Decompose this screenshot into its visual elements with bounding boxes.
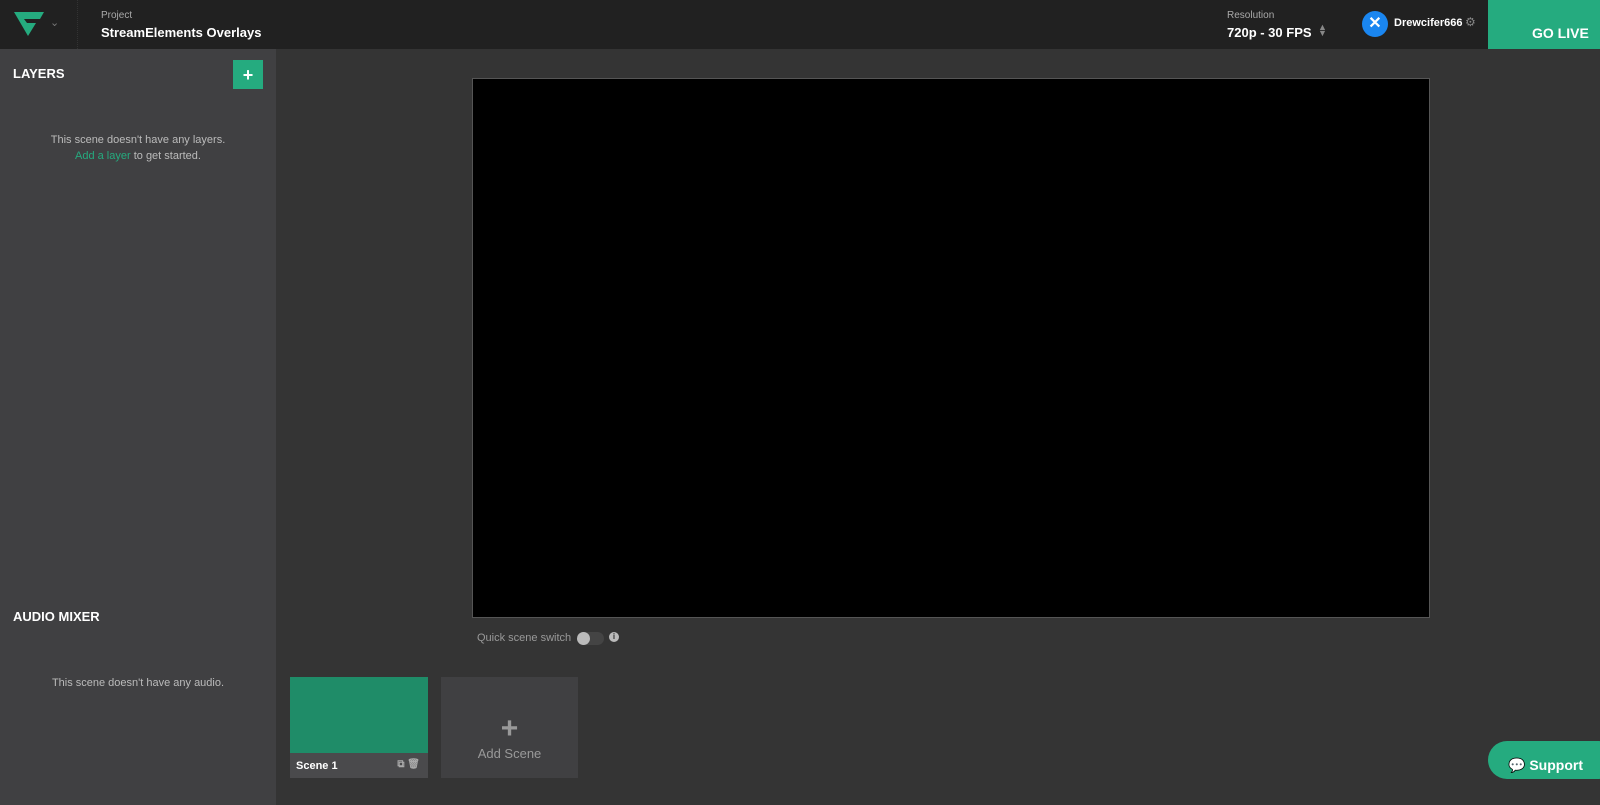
- scene-name: Scene 1: [296, 760, 338, 772]
- gear-icon[interactable]: ⚙: [1465, 15, 1476, 29]
- add-layer-button[interactable]: +: [233, 60, 263, 89]
- project-label: Project: [101, 10, 133, 21]
- add-scene-button[interactable]: + Add Scene: [441, 677, 578, 778]
- layers-empty-suffix: to get started.: [130, 150, 201, 162]
- add-scene-label: Add Scene: [477, 746, 542, 761]
- chat-icon: 💬: [1508, 757, 1526, 773]
- resolution-select[interactable]: 720p - 30 FPS: [1227, 25, 1312, 40]
- audio-empty-message: This scene doesn't have any audio.: [51, 677, 225, 689]
- plus-icon: +: [500, 712, 519, 745]
- preview-canvas[interactable]: [472, 78, 1430, 618]
- username[interactable]: Drewcifer666: [1394, 17, 1463, 29]
- info-icon[interactable]: i: [609, 632, 619, 642]
- layers-empty-message: This scene doesn't have any layers. Add …: [0, 132, 276, 164]
- project-name[interactable]: StreamElements Overlays: [101, 25, 261, 40]
- divider: [77, 0, 78, 49]
- go-live-button[interactable]: GO LIVE: [1488, 0, 1600, 49]
- scene-thumbnail[interactable]: [290, 677, 428, 753]
- layers-title: LAYERS: [13, 66, 65, 81]
- audio-mixer-title: AUDIO MIXER: [13, 609, 100, 624]
- sort-arrows-icon[interactable]: ▲ ▼: [1318, 23, 1327, 38]
- scene-card[interactable]: Scene 1 ⧉ 🗑: [290, 677, 428, 778]
- avatar[interactable]: ✕: [1362, 11, 1388, 37]
- support-label: Support: [1529, 757, 1583, 773]
- quick-scene-switch-toggle[interactable]: [577, 632, 604, 645]
- layers-empty-text: This scene doesn't have any layers.: [50, 134, 226, 146]
- trash-icon[interactable]: 🗑: [407, 759, 420, 770]
- add-layer-link[interactable]: Add a layer: [75, 150, 131, 162]
- chevron-down-icon[interactable]: ⌄: [50, 16, 59, 29]
- resolution-label: Resolution: [1227, 10, 1275, 21]
- duplicate-icon[interactable]: ⧉: [397, 759, 404, 770]
- top-bar: ⌄ Project StreamElements Overlays Resolu…: [0, 0, 1600, 49]
- quick-scene-switch-label: Quick scene switch: [477, 632, 572, 644]
- streamelements-logo[interactable]: [12, 10, 46, 43]
- support-button[interactable]: 💬 Support: [1488, 741, 1600, 779]
